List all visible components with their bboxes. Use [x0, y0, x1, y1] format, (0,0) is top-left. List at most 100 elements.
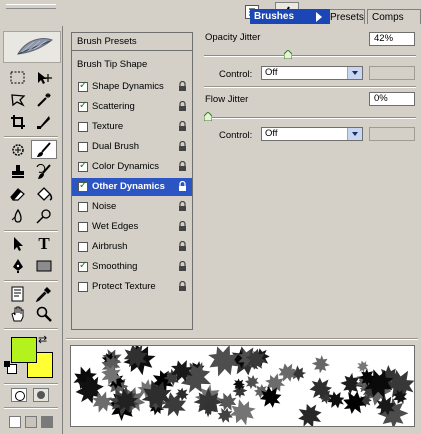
toolbox-grip[interactable]	[6, 4, 56, 9]
swap-colors-icon[interactable]: ⇄	[38, 333, 47, 346]
flow-jitter-value[interactable]: 0%	[369, 92, 415, 106]
brush-icon[interactable]	[31, 140, 57, 159]
opacity-jitter-slider-track[interactable]	[204, 55, 416, 57]
crop-icon[interactable]	[5, 112, 31, 131]
tab-comps[interactable]: Comps	[367, 9, 421, 24]
full-screen-menu-mode-button[interactable]	[25, 416, 37, 428]
foreground-color-swatch[interactable]	[11, 337, 37, 363]
dodge-icon[interactable]	[31, 206, 57, 225]
paint-bucket-icon[interactable]	[31, 184, 57, 203]
option-checkbox[interactable]	[78, 160, 88, 172]
option-label: Texture	[92, 121, 124, 132]
flow-control-select[interactable]: Off	[261, 127, 363, 141]
opacity-jitter-value[interactable]: 42%	[369, 32, 415, 46]
option-checkbox[interactable]	[78, 100, 88, 112]
lock-icon[interactable]	[178, 241, 187, 252]
standard-mode-icon	[15, 391, 25, 401]
lock-icon[interactable]	[178, 181, 187, 192]
lock-icon[interactable]	[178, 101, 187, 112]
option-label: Dual Brush	[92, 141, 139, 152]
lock-icon[interactable]	[178, 201, 187, 212]
type-icon[interactable]: T	[31, 234, 57, 253]
option-row[interactable]: Wet Edges	[72, 218, 192, 236]
option-checkbox[interactable]	[78, 222, 88, 232]
opacity-jitter-label: Opacity Jitter	[205, 32, 261, 43]
option-row[interactable]: Noise	[72, 198, 192, 216]
slice-icon[interactable]	[31, 112, 57, 131]
option-row[interactable]: Smoothing	[72, 258, 192, 276]
option-checkbox[interactable]	[78, 260, 88, 272]
default-colors-icon[interactable]	[4, 361, 17, 374]
option-checkbox[interactable]	[78, 180, 88, 192]
option-checkbox[interactable]	[78, 242, 88, 252]
option-label: Color Dynamics	[92, 161, 160, 172]
standard-screen-mode-button[interactable]	[9, 416, 21, 428]
healing-brush-icon[interactable]	[5, 140, 31, 159]
option-checkbox[interactable]	[78, 202, 88, 212]
lock-icon[interactable]	[178, 261, 187, 272]
lock-icon[interactable]	[178, 121, 187, 132]
leaf-stamp	[310, 354, 331, 375]
option-checkbox[interactable]	[78, 142, 88, 152]
history-brush-icon[interactable]	[31, 162, 57, 181]
option-checkbox[interactable]	[78, 80, 88, 92]
full-screen-mode-button[interactable]	[41, 416, 53, 428]
brush-tip-shape-item[interactable]: Brush Tip Shape	[72, 57, 192, 73]
leaf-stamp	[292, 398, 328, 426]
option-row[interactable]: Dual Brush	[72, 138, 192, 156]
quick-mask-mode-button[interactable]	[33, 388, 49, 402]
option-row[interactable]: Other Dynamics	[72, 178, 192, 196]
toolbox-divider	[4, 280, 58, 282]
chevron-down-icon[interactable]	[347, 128, 362, 140]
flow-jitter-slider-track[interactable]	[204, 117, 416, 119]
clone-stamp-icon[interactable]	[5, 162, 31, 181]
option-checkbox[interactable]	[78, 122, 88, 132]
type-glyph: T	[38, 233, 50, 253]
standard-mode-button[interactable]	[11, 388, 27, 402]
option-row[interactable]: Airbrush	[72, 238, 192, 256]
lock-icon[interactable]	[178, 81, 187, 92]
brush-presets-button[interactable]: Brush Presets	[72, 33, 192, 51]
photoshop-feather-logo[interactable]	[3, 31, 61, 63]
lock-icon[interactable]	[178, 281, 187, 292]
chevron-down-icon[interactable]	[347, 67, 362, 79]
option-row[interactable]: Shape Dynamics	[72, 78, 192, 96]
pen-icon[interactable]	[5, 256, 31, 275]
option-label: Shape Dynamics	[92, 81, 164, 92]
opacity-jitter-slider-thumb[interactable]	[283, 49, 293, 60]
rectangle-icon[interactable]	[31, 256, 57, 275]
brush-settings-list: Brush Presets Brush Tip Shape Shape Dyna…	[71, 32, 193, 330]
eyedropper-icon[interactable]	[31, 284, 57, 303]
opacity-control-value: Off	[265, 67, 278, 78]
option-row[interactable]: Scattering	[72, 98, 192, 116]
tab-menu-arrow-icon[interactable]	[316, 12, 322, 22]
magic-wand-icon[interactable]	[31, 90, 57, 109]
path-select-icon[interactable]	[5, 234, 31, 253]
option-label: Airbrush	[92, 241, 128, 252]
option-row[interactable]: Protect Texture	[72, 278, 192, 296]
option-label: Noise	[92, 201, 117, 212]
blur-icon[interactable]	[5, 206, 31, 225]
zoom-icon[interactable]	[31, 304, 57, 323]
toolbox: T ⇄	[0, 0, 63, 434]
notes-icon[interactable]	[5, 284, 31, 303]
toolbox-divider	[4, 383, 58, 385]
eraser-icon[interactable]	[5, 184, 31, 203]
flow-control-value: Off	[265, 128, 278, 139]
option-label: Protect Texture	[92, 281, 156, 292]
flow-jitter-slider-thumb[interactable]	[203, 111, 213, 122]
toolbox-divider	[4, 407, 58, 409]
lasso-icon[interactable]	[5, 90, 31, 109]
lock-icon[interactable]	[178, 161, 187, 172]
lock-icon[interactable]	[178, 221, 187, 232]
option-row[interactable]: Color Dynamics	[72, 158, 192, 176]
marquee-icon[interactable]	[5, 68, 31, 87]
option-label: Other Dynamics	[92, 181, 165, 192]
option-checkbox[interactable]	[78, 282, 88, 292]
move-icon[interactable]	[31, 68, 57, 87]
lock-icon[interactable]	[178, 141, 187, 152]
opacity-control-select[interactable]: Off	[261, 66, 363, 80]
hand-icon[interactable]	[5, 304, 31, 323]
option-label: Wet Edges	[92, 221, 139, 232]
option-row[interactable]: Texture	[72, 118, 192, 136]
